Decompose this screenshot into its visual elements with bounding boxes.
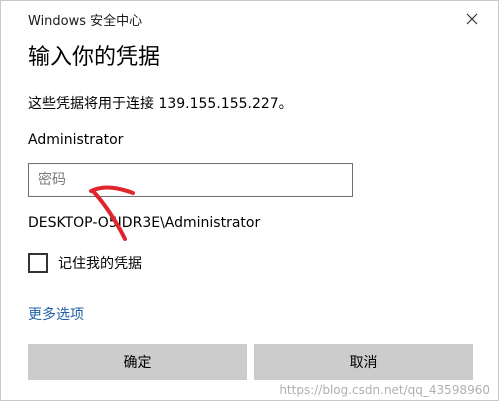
remember-credentials-checkbox[interactable]: 记住我的凭据: [28, 251, 142, 275]
title-bar: Windows 安全中心: [1, 1, 498, 35]
domain-user-text: DESKTOP-O5IDR3E\Administrator: [28, 215, 261, 231]
password-input[interactable]: [28, 163, 353, 197]
username-label: Administrator: [28, 132, 124, 148]
checkbox-box[interactable]: [28, 253, 48, 273]
remember-credentials-label: 记住我的凭据: [58, 256, 142, 272]
more-options-link[interactable]: 更多选项: [28, 304, 84, 324]
ok-button[interactable]: 确定: [28, 344, 247, 380]
dialog-heading: 输入你的凭据: [28, 45, 161, 70]
window-title: Windows 安全中心: [28, 14, 143, 29]
cancel-button[interactable]: 取消: [254, 344, 473, 380]
close-button[interactable]: [460, 7, 484, 31]
close-icon: [466, 13, 478, 25]
credential-dialog: Windows 安全中心 输入你的凭据 这些凭据将用于连接 139.155.15…: [0, 0, 499, 401]
watermark: https://blog.csdn.net/qq_43598960: [279, 383, 490, 397]
connection-info-text: 这些凭据将用于连接 139.155.155.227。: [28, 96, 293, 112]
